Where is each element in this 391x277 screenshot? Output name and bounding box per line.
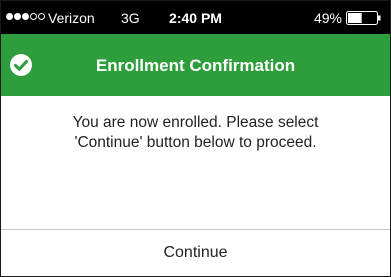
message-line: You are now enrolled. Please select [72,114,319,131]
battery-icon [346,11,381,25]
confirmation-message: You are now enrolled. Please select 'Con… [21,113,370,153]
enrollment-confirmation-screen: Verizon 3G 2:40 PM 49% Enrollment Confir… [0,0,391,277]
continue-button[interactable]: Continue [1,230,390,276]
header-bar: Enrollment Confirmation [1,34,390,96]
status-bar: Verizon 3G 2:40 PM 49% [1,1,390,34]
page-title: Enrollment Confirmation [95,56,296,75]
message-line: 'Continue' button below to proceed. [74,134,317,151]
battery-percent: 49% [313,10,342,26]
